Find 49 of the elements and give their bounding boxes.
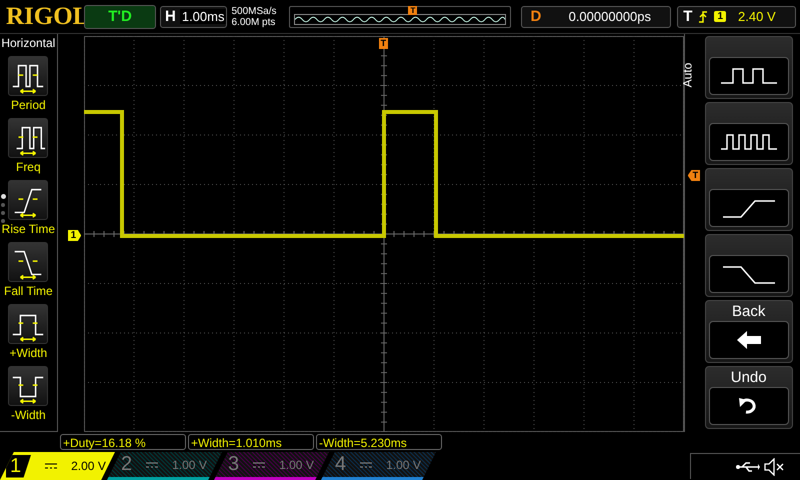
trigger-position-marker: T (408, 6, 418, 14)
measure-label: Rise Time (2, 222, 55, 236)
back-arrow-icon (736, 330, 762, 350)
measure-button[interactable] (8, 242, 48, 282)
measure-label: Freq (16, 160, 41, 174)
measure-button[interactable] (8, 366, 48, 406)
timebase-value: 1.00ms (180, 9, 226, 24)
delay-panel[interactable]: D 0.00000000ps (521, 6, 672, 28)
memory-depth: 6.00M pts (231, 16, 276, 28)
menu-tab[interactable]: Auto (680, 62, 694, 88)
run-status[interactable]: T'D (84, 4, 156, 28)
dc-coupling-icon (253, 462, 266, 468)
dc-coupling-icon (146, 462, 158, 468)
speaker-muted-icon (764, 458, 784, 476)
channel-tab[interactable]: 2 1.00 V (107, 452, 222, 480)
sample-rate: 500MSa/s (231, 6, 278, 16)
measurement-readout: +Width=1.010ms (188, 434, 314, 450)
measurement-readout: +Duty=16.18 % (60, 434, 186, 450)
channel-tab[interactable]: 3 1.00 V (214, 452, 329, 480)
dc-coupling-icon (45, 463, 58, 469)
measure-button[interactable] (8, 118, 48, 158)
rising-edge-icon (698, 10, 708, 24)
measure-label: +Width (9, 346, 48, 360)
softkey[interactable] (704, 36, 793, 99)
softkey[interactable] (704, 102, 793, 165)
channel-marker: 1 (68, 230, 82, 241)
measure-label: Fall Time (4, 284, 53, 298)
trigger-panel[interactable]: T 1 2.40 V (677, 6, 796, 28)
measure-button[interactable] (8, 180, 48, 220)
softkey[interactable]: Undo (704, 366, 793, 429)
channel-tab[interactable]: 1 2.00 V (0, 452, 115, 480)
measure-button[interactable] (8, 56, 48, 96)
trigger-source-badge: 1 (714, 11, 726, 22)
trigger-level-marker: T (688, 170, 700, 181)
measure-label: Period (10, 98, 46, 112)
menu-title: Horizontal (1, 36, 56, 50)
measure-button[interactable] (8, 304, 48, 344)
channel-tab[interactable]: 4 1.00 V (321, 452, 436, 480)
measure-label: -Width (10, 408, 46, 422)
softkey[interactable]: Back (704, 300, 793, 363)
delay-value: 0.00000000ps (568, 9, 652, 24)
trigger-label: T (682, 8, 692, 25)
timebase-panel[interactable]: H 1.00ms (160, 6, 228, 28)
delay-label: D (529, 8, 542, 25)
measurement-readout: -Width=5.230ms (316, 434, 442, 450)
dc-coupling-icon (360, 462, 372, 468)
trigger-level: 2.40 V (738, 9, 776, 24)
usb-icon (736, 460, 760, 472)
horizontal-label: H (164, 8, 177, 25)
